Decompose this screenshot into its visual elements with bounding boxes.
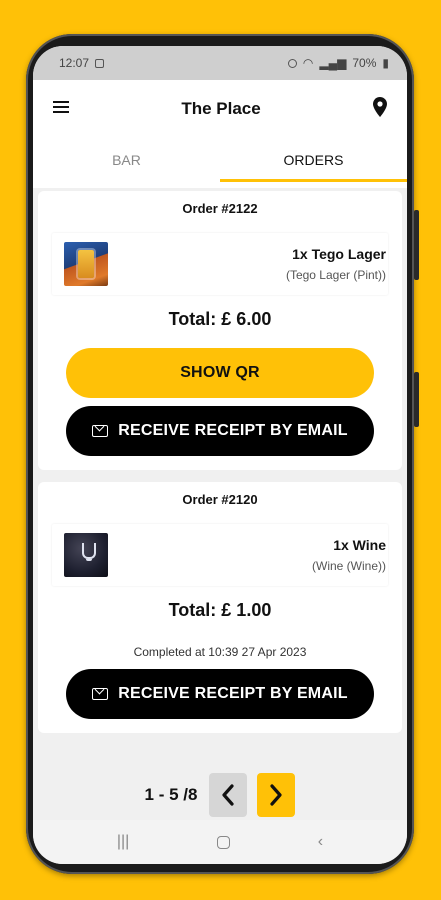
recent-apps-icon[interactable]: |||: [117, 833, 129, 851]
order-total: Total: £ 6.00: [168, 309, 272, 329]
item-detail: (Tego Lager (Pint)): [285, 268, 386, 282]
product-thumbnail: [64, 242, 108, 286]
home-icon[interactable]: [217, 835, 231, 849]
order-card: Order #2122 1x Tego Lager (Tego Lager (P…: [38, 191, 402, 470]
status-time: 12:07: [59, 56, 90, 70]
receive-receipt-email-button[interactable]: RECEIVE RECEIPT BY EMAIL: [66, 406, 374, 456]
item-name: 1x Tego Lager: [292, 246, 386, 262]
battery-icon: ▮: [382, 56, 389, 70]
mail-icon: [92, 688, 109, 700]
gallery-notification-icon: [95, 58, 105, 68]
order-item-row: 1x Tego Lager (Tego Lager (Pint)): [52, 233, 388, 295]
tab-bar-section[interactable]: BAR: [33, 138, 220, 188]
receive-receipt-label: RECEIVE RECEIPT BY EMAIL: [118, 685, 348, 702]
order-item-row: 1x Wine (Wine (Wine)): [52, 524, 388, 586]
order-title: Order #2122: [182, 201, 258, 216]
battery-level: 70%: [352, 56, 377, 70]
show-qr-button[interactable]: SHOW QR: [66, 348, 374, 398]
receive-receipt-email-button[interactable]: RECEIVE RECEIPT BY EMAIL: [66, 669, 374, 719]
orders-list[interactable]: Order #2122 1x Tego Lager (Tego Lager (P…: [33, 188, 407, 733]
mail-icon: [92, 425, 109, 437]
app-header: The Place: [33, 80, 407, 138]
previous-page-button[interactable]: [209, 773, 248, 817]
wifi-icon: ◠: [302, 56, 314, 70]
signal-icon: ▂▄▆: [319, 56, 347, 70]
order-total: Total: £ 1.00: [168, 600, 272, 620]
pagination: 1 - 5 /8: [33, 770, 407, 820]
next-page-button[interactable]: [257, 773, 296, 817]
order-title: Order #2120: [182, 492, 258, 507]
tab-bar: BAR ORDERS: [33, 138, 407, 188]
system-nav-bar: ||| ‹: [33, 820, 407, 864]
app-screen: 12:07 ◠ ▂▄▆ 70% ▮ The Place BAR ORDERS O…: [33, 46, 407, 864]
page-title: The Place: [181, 99, 261, 118]
item-detail: (Wine (Wine)): [312, 559, 386, 573]
hamburger-menu-icon[interactable]: [53, 100, 69, 119]
alarm-icon: [287, 58, 297, 68]
pagination-label: 1 - 5 /8: [144, 785, 198, 804]
order-card: Order #2120 1x Wine (Wine (Wine)) Total:…: [38, 482, 402, 733]
back-icon[interactable]: ‹: [318, 833, 323, 851]
item-name: 1x Wine: [333, 537, 386, 553]
chevron-right-icon: [270, 784, 283, 806]
power-button: [414, 372, 419, 427]
tab-orders[interactable]: ORDERS: [220, 138, 407, 188]
product-thumbnail: [64, 533, 108, 577]
volume-button: [414, 210, 419, 280]
status-bar: 12:07 ◠ ▂▄▆ 70% ▮: [33, 46, 407, 80]
receive-receipt-label: RECEIVE RECEIPT BY EMAIL: [118, 422, 348, 439]
completed-timestamp: Completed at 10:39 27 Apr 2023: [133, 645, 307, 659]
chevron-left-icon: [222, 784, 235, 806]
map-pin-icon[interactable]: [373, 96, 387, 122]
